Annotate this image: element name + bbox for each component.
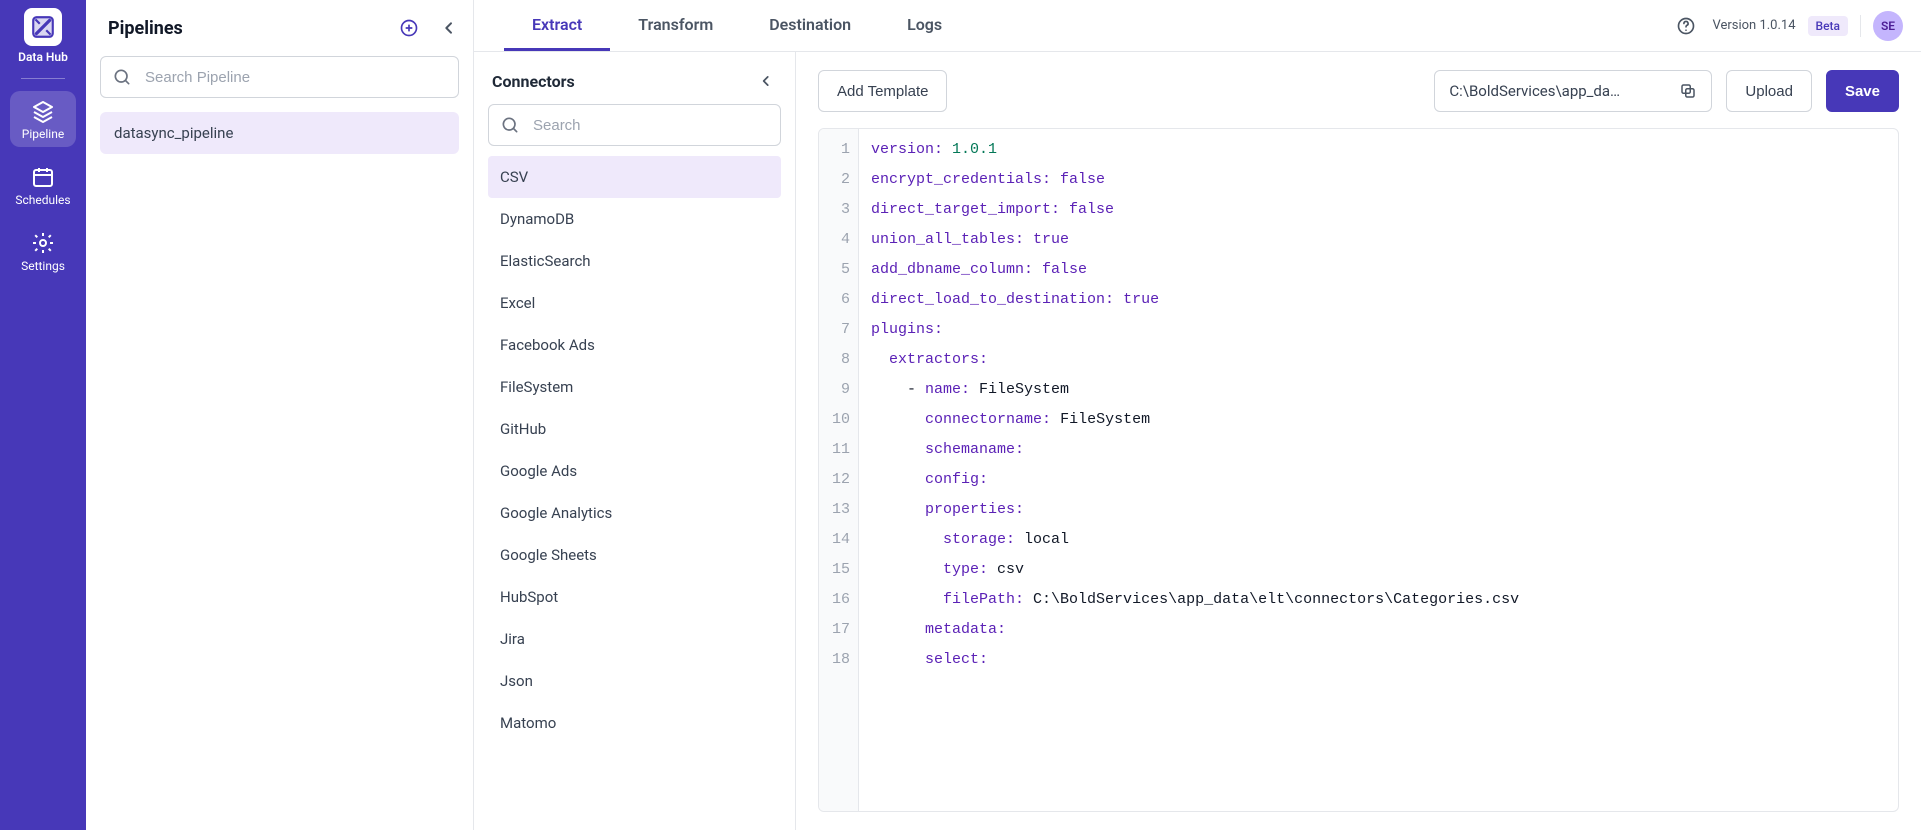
connector-item[interactable]: Google Ads	[488, 450, 781, 492]
editor-toolbar: Add Template C:\BoldServices\app_da… Upl…	[818, 70, 1899, 112]
gear-icon	[31, 231, 55, 255]
line-gutter: 123456789101112131415161718	[819, 129, 859, 811]
connector-item[interactable]: Google Analytics	[488, 492, 781, 534]
beta-badge: Beta	[1808, 16, 1848, 36]
connector-item[interactable]: Facebook Ads	[488, 324, 781, 366]
tab-transform[interactable]: Transform	[610, 0, 741, 51]
connector-item[interactable]: Google Sheets	[488, 534, 781, 576]
nav-item-label: Pipeline	[22, 127, 64, 141]
tab-extract[interactable]: Extract	[504, 0, 610, 51]
nav-item-settings[interactable]: Settings	[10, 223, 76, 279]
nav-item-pipeline[interactable]: Pipeline	[10, 91, 76, 147]
nav-item-schedules[interactable]: Schedules	[10, 157, 76, 213]
app-nav: Data Hub Pipeline Schedules Settings	[0, 0, 86, 830]
help-button[interactable]	[1672, 12, 1700, 40]
copy-path-button[interactable]	[1675, 78, 1701, 104]
app-logo	[24, 8, 62, 46]
save-button[interactable]: Save	[1826, 70, 1899, 112]
copy-icon	[1679, 82, 1697, 100]
topbar-right: Version 1.0.14 Beta SE	[1672, 0, 1903, 51]
connector-item[interactable]: ElasticSearch	[488, 240, 781, 282]
pipelines-panel: Pipelines datasync_pipeline	[86, 0, 474, 830]
user-avatar[interactable]: SE	[1873, 11, 1903, 41]
connector-item[interactable]: FileSystem	[488, 366, 781, 408]
tab-destination[interactable]: Destination	[741, 0, 879, 51]
connector-search-input[interactable]	[488, 104, 781, 146]
nav-item-label: Schedules	[15, 193, 70, 207]
connector-item[interactable]: DynamoDB	[488, 198, 781, 240]
collapse-connectors-button[interactable]	[755, 70, 777, 92]
pipeline-search-input[interactable]	[100, 56, 459, 98]
connector-item[interactable]: HubSpot	[488, 576, 781, 618]
nav-item-label: Settings	[21, 259, 65, 273]
connector-item[interactable]: Jira	[488, 618, 781, 660]
connector-item[interactable]: Excel	[488, 282, 781, 324]
code-content[interactable]: version: 1.0.1encrypt_credentials: false…	[859, 129, 1898, 811]
app-title: Data Hub	[18, 50, 68, 64]
chevron-left-icon	[441, 20, 457, 36]
layers-icon	[31, 99, 55, 123]
pipeline-search	[100, 56, 459, 98]
file-path-display: C:\BoldServices\app_da…	[1434, 70, 1712, 112]
main-tabs: Extract Transform Destination Logs Versi…	[474, 0, 1921, 52]
connector-item[interactable]: Json	[488, 660, 781, 702]
divider	[1860, 15, 1861, 37]
editor-area: Add Template C:\BoldServices\app_da… Upl…	[796, 52, 1921, 830]
connectors-title: Connectors	[492, 72, 575, 91]
collapse-pipelines-button[interactable]	[437, 16, 461, 40]
version-text: Version 1.0.14	[1712, 18, 1795, 33]
plus-circle-icon	[399, 18, 419, 38]
pipeline-list: datasync_pipeline	[86, 112, 473, 154]
add-template-button[interactable]: Add Template	[818, 70, 947, 112]
connectors-panel: Connectors CSVDynamoDBElasticSearchExcel…	[474, 52, 796, 830]
search-icon	[112, 67, 132, 87]
main-area: Extract Transform Destination Logs Versi…	[474, 0, 1921, 830]
pipeline-item[interactable]: datasync_pipeline	[100, 112, 459, 154]
connector-item[interactable]: GitHub	[488, 408, 781, 450]
connector-item[interactable]: Matomo	[488, 702, 781, 744]
connector-item[interactable]: CSV	[488, 156, 781, 198]
connector-list: CSVDynamoDBElasticSearchExcelFacebook Ad…	[488, 156, 781, 830]
nav-divider	[21, 78, 65, 79]
upload-button[interactable]: Upload	[1726, 70, 1812, 112]
logo-icon	[30, 14, 56, 40]
search-icon	[500, 115, 520, 135]
tab-logs[interactable]: Logs	[879, 0, 970, 51]
calendar-icon	[31, 165, 55, 189]
add-pipeline-button[interactable]	[395, 14, 423, 42]
help-icon	[1676, 16, 1696, 36]
chevron-left-icon	[759, 74, 773, 88]
pipelines-title: Pipelines	[108, 18, 183, 39]
code-editor[interactable]: 123456789101112131415161718 version: 1.0…	[818, 128, 1899, 812]
file-path-text: C:\BoldServices\app_da…	[1449, 82, 1667, 100]
pipelines-header: Pipelines	[86, 0, 473, 56]
